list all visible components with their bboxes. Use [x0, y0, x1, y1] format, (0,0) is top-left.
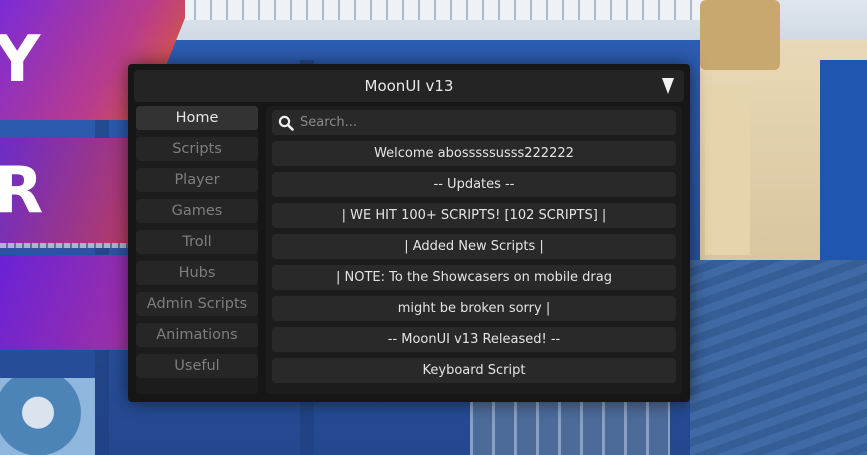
- search-input[interactable]: [296, 114, 662, 131]
- character-weapon: [700, 0, 780, 70]
- title-bar[interactable]: MoonUI v13: [134, 70, 684, 102]
- sidebar-item-hubs[interactable]: Hubs: [136, 261, 258, 285]
- welcome-button[interactable]: Welcome abosssssusss222222: [272, 141, 676, 166]
- update-note-button[interactable]: | NOTE: To the Showcasers on mobile drag: [272, 265, 676, 290]
- triangle-down-icon[interactable]: [662, 78, 674, 94]
- sidebar: Home Scripts Player Games Troll Hubs Adm…: [136, 106, 258, 394]
- character-arm: [705, 85, 750, 255]
- sidebar-item-animations[interactable]: Animations: [136, 323, 258, 347]
- search-bar[interactable]: [272, 110, 676, 135]
- updates-header-button[interactable]: -- Updates --: [272, 172, 676, 197]
- sidebar-item-troll[interactable]: Troll: [136, 230, 258, 254]
- sidebar-item-player[interactable]: Player: [136, 168, 258, 192]
- update-note-button[interactable]: | WE HIT 100+ SCRIPTS! [102 SCRIPTS] |: [272, 203, 676, 228]
- update-note-button[interactable]: | Added New Scripts |: [272, 234, 676, 259]
- sidebar-item-home[interactable]: Home: [136, 106, 258, 130]
- character-legs: [690, 260, 867, 455]
- search-icon: [276, 113, 296, 133]
- sidebar-item-admin-scripts[interactable]: Admin Scripts: [136, 292, 258, 316]
- sidebar-item-scripts[interactable]: Scripts: [136, 137, 258, 161]
- moonui-window: MoonUI v13 Home Scripts Player Games Tro…: [128, 64, 690, 402]
- sidebar-item-games[interactable]: Games: [136, 199, 258, 223]
- sidebar-item-useful[interactable]: Useful: [136, 354, 258, 378]
- release-note-button[interactable]: -- MoonUI v13 Released! --: [272, 327, 676, 352]
- content-pane: Welcome abosssssusss222222 -- Updates --…: [266, 106, 682, 394]
- roof-stripe: [180, 0, 740, 20]
- character-shirt: [820, 60, 867, 290]
- update-note-button[interactable]: might be broken sorry |: [272, 296, 676, 321]
- keyboard-script-button[interactable]: Keyboard Script: [272, 358, 676, 383]
- window-title: MoonUI v13: [364, 77, 454, 95]
- building-window: [470, 395, 670, 455]
- avatar-thumbnail: [0, 378, 95, 455]
